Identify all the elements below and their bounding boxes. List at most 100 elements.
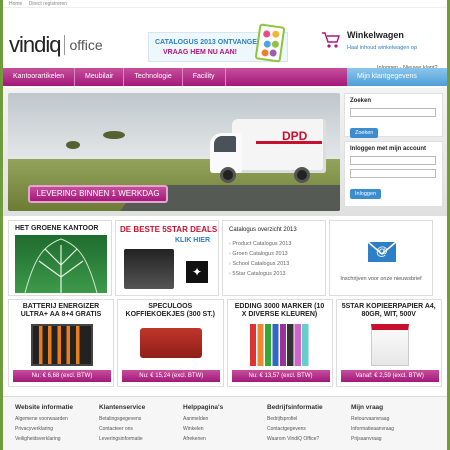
footer: Website informatie Algemene voorwaarden … xyxy=(3,396,447,450)
5star-logo-icon: ✦ xyxy=(186,261,208,283)
delivery-banner[interactable]: LEVERING BINNEN 1 WERKDAG xyxy=(28,185,168,203)
main-nav: Kantoorartikelen Meubilair Technologie F… xyxy=(3,68,447,86)
catalog-cover-icon xyxy=(254,23,286,63)
search-box: Zoeken Zoeken xyxy=(344,93,443,138)
catalog-overview-title: Catalogus overzicht 2013 xyxy=(229,227,297,233)
catalog-link[interactable]: 5Star Catalogus 2013 xyxy=(229,271,291,277)
footer-link[interactable]: Algemene voorwaarden xyxy=(15,416,99,422)
catalog-link[interactable]: Product Catalogus 2013 xyxy=(229,241,291,247)
top-links: Home Direct registreren xyxy=(3,0,447,8)
logo-divider xyxy=(64,35,66,55)
footer-link[interactable]: Bedrijfsprofiel xyxy=(267,416,351,422)
search-button[interactable]: Zoeken xyxy=(350,128,379,138)
tree-icon xyxy=(24,238,98,294)
product-row: BATTERIJ ENERGIZER ULTRA+ AA 8+4 GRATIS … xyxy=(3,299,447,387)
catalog-link[interactable]: Groen Catalogus 2013 xyxy=(229,251,291,257)
catalog-link[interactable]: School Catalogus 2013 xyxy=(229,261,291,267)
office-supplies-image xyxy=(124,249,174,289)
deals-link[interactable]: KLIK HIER xyxy=(175,237,210,244)
footer-link[interactable]: Waarom VindiQ Office? xyxy=(267,436,351,442)
footer-link[interactable]: Leveringsinformatie xyxy=(99,436,183,442)
password-field[interactable] xyxy=(350,169,436,178)
toplink-home[interactable]: Home xyxy=(9,1,22,7)
battery-pack-image xyxy=(31,324,93,366)
5star-deals-card[interactable]: DE BESTE 5STAR DEALS! KLIK HIER ✦ xyxy=(115,220,219,296)
footer-heading: Bedrijfsinformatie xyxy=(267,404,323,411)
green-office-image xyxy=(15,235,107,294)
search-input[interactable] xyxy=(350,108,436,117)
van-logo: DPD xyxy=(282,129,308,143)
catalog-list: Product Catalogus 2013 Groen Catalogus 2… xyxy=(229,241,291,281)
footer-link[interactable]: Privacyverklaring xyxy=(15,426,99,432)
delivery-van-image: DPD xyxy=(206,115,328,187)
tree-shape xyxy=(66,141,80,149)
search-title: Zoeken xyxy=(350,98,372,104)
logo-sub: office xyxy=(69,37,103,53)
promo-line2: VRAAG HEM NU AAN! xyxy=(163,49,238,56)
hero-section: DPD LEVERING BINNEN 1 WERKDAG Zoeken Zoe… xyxy=(3,88,447,216)
logo-text: vindiq xyxy=(9,32,61,57)
product-price: Vanaf: € 2,59 (excl. BTW) xyxy=(340,370,439,382)
footer-col-my-question: Mijn vraag Retourvaanvraag Informatieaan… xyxy=(351,404,435,443)
green-office-title: HET GROENE KANTOOR xyxy=(15,225,99,232)
footer-link[interactable]: Contactgegevens xyxy=(267,426,351,432)
deals-title: DE BESTE 5STAR DEALS! xyxy=(120,225,219,234)
footer-link[interactable]: Veiligheidsverklaring xyxy=(15,436,99,442)
login-button[interactable]: Inloggen xyxy=(350,189,382,199)
footer-heading: Mijn vraag xyxy=(351,404,384,411)
newsletter-card[interactable]: @ Inschrijven voor onze nieuwsbrief xyxy=(329,220,433,296)
product-price: Nu: € 6,68 (excl. BTW) xyxy=(13,370,111,382)
footer-col-help: Helppagina's Aanmelden Winkelen Afrekene… xyxy=(183,404,267,443)
footer-link[interactable]: Afrekenen xyxy=(183,436,267,442)
footer-link[interactable]: Betalingsgegevens xyxy=(99,416,183,422)
product-card-paper[interactable]: 5STAR KOPIEERPAPIER A4, 80GR, WIT, 500V … xyxy=(335,299,442,387)
nav-my-account[interactable]: Mijn klantgegevens xyxy=(347,68,447,86)
promo-row: HET GROENE KANTOOR DE BESTE 5STAR DEALS!… xyxy=(3,220,447,296)
footer-link[interactable]: Informatieaanvraag xyxy=(351,426,435,432)
tree-shape xyxy=(103,131,125,139)
login-title: Inloggen met mijn account xyxy=(350,146,427,152)
nav-item-kantoorartikelen[interactable]: Kantoorartikelen xyxy=(3,68,75,86)
product-title: EDDING 3000 MARKER (10 X DIVERSE KLEUREN… xyxy=(234,303,325,318)
product-card-speculoos[interactable]: SPECULOOS KOFFIEKOEKJES (300 ST.) Nu: € … xyxy=(117,299,224,387)
footer-heading: Helppagina's xyxy=(183,404,224,411)
product-title: SPECULOOS KOFFIEKOEKJES (300 ST.) xyxy=(125,303,215,318)
nav-item-meubilair[interactable]: Meubilair xyxy=(75,68,125,86)
paper-ream-image xyxy=(370,324,409,366)
hero-image: DPD LEVERING BINNEN 1 WERKDAG xyxy=(8,93,340,211)
footer-heading: Klantenservice xyxy=(99,404,146,411)
nav-item-facility[interactable]: Facility xyxy=(183,68,226,86)
footer-link[interactable]: Contacteer ons xyxy=(99,426,183,432)
product-price: Nu: € 13,57 (excl. BTW) xyxy=(231,370,330,382)
toplink-register[interactable]: Direct registreren xyxy=(29,1,67,7)
green-office-card[interactable]: HET GROENE KANTOOR xyxy=(8,220,112,296)
login-box: Inloggen met mijn account Inloggen xyxy=(344,141,443,207)
footer-link[interactable]: Prijsaanvraag xyxy=(351,436,435,442)
promo-line1: CATALOGUS 2013 ONTVANGEN? xyxy=(155,39,267,46)
username-field[interactable] xyxy=(350,156,436,165)
footer-col-customer-service: Klantenservice Betalingsgegevens Contact… xyxy=(99,404,183,443)
product-card-edding[interactable]: EDDING 3000 MARKER (10 X DIVERSE KLEUREN… xyxy=(226,299,333,387)
nav-item-technologie[interactable]: Technologie xyxy=(124,68,183,86)
cart-icon[interactable] xyxy=(321,31,341,49)
product-title: 5STAR KOPIEERPAPIER A4, 80GR, WIT, 500V xyxy=(341,303,436,318)
cart-title: Winkelwagen xyxy=(347,30,404,40)
markers-image xyxy=(249,324,312,366)
footer-col-company-info: Bedrijfsinformatie Bedrijfsprofiel Conta… xyxy=(267,404,351,443)
catalog-overview-card: Catalogus overzicht 2013 Product Catalog… xyxy=(222,220,326,296)
newsletter-envelope-icon: @ xyxy=(367,241,397,262)
product-card-energizer[interactable]: BATTERIJ ENERGIZER ULTRA+ AA 8+4 GRATIS … xyxy=(8,299,115,387)
footer-link[interactable]: Retourvaanvraag xyxy=(351,416,435,422)
hero-sidebar: Zoeken Zoeken Inloggen met mijn account … xyxy=(344,93,443,211)
catalog-promo-banner[interactable]: CATALOGUS 2013 ONTVANGEN? VRAAG HEM NU A… xyxy=(148,23,288,63)
page: Home Direct registreren vindiq office CA… xyxy=(3,0,447,450)
footer-link[interactable]: Winkelen xyxy=(183,426,267,432)
footer-heading: Website informatie xyxy=(15,404,74,411)
header: vindiq office CATALOGUS 2013 ONTVANGEN? … xyxy=(3,8,447,71)
logo[interactable]: vindiq office xyxy=(9,32,103,58)
cart-load-link[interactable]: Haal inhoud winkelwagen op xyxy=(347,45,417,51)
footer-link[interactable]: Aanmelden xyxy=(183,416,267,422)
footer-col-website-info: Website informatie Algemene voorwaarden … xyxy=(15,404,99,443)
svg-text:@: @ xyxy=(376,244,388,258)
product-price: Nu: € 15,24 (excl. BTW) xyxy=(122,370,221,382)
